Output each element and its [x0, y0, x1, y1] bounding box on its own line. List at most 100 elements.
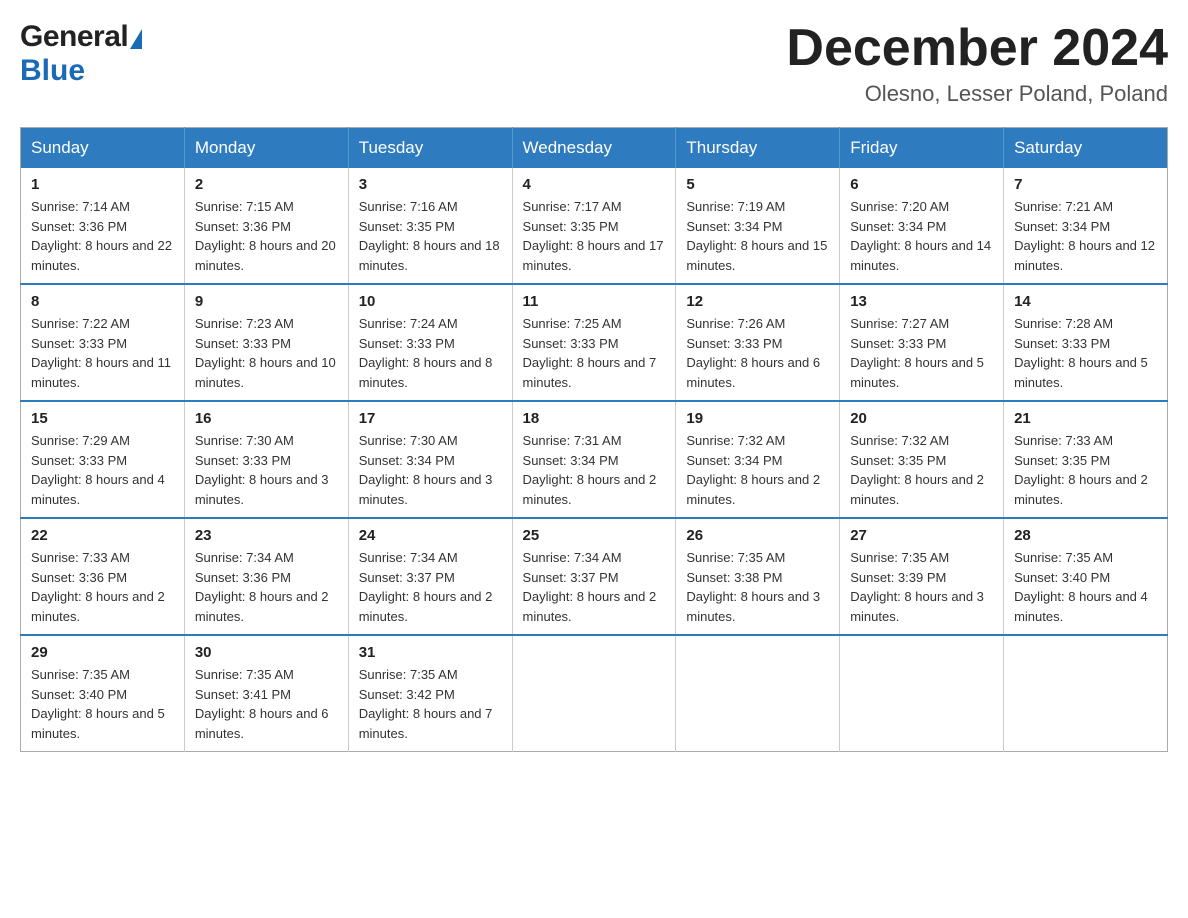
location-title: Olesno, Lesser Poland, Poland: [786, 81, 1168, 107]
day-info: Sunrise: 7:35 AMSunset: 3:42 PMDaylight:…: [359, 665, 502, 743]
logo-triangle-icon: [130, 29, 142, 49]
page-header: General Blue December 2024 Olesno, Lesse…: [20, 20, 1168, 107]
day-info: Sunrise: 7:20 AMSunset: 3:34 PMDaylight:…: [850, 197, 993, 275]
day-number: 14: [1014, 293, 1157, 310]
day-info: Sunrise: 7:26 AMSunset: 3:33 PMDaylight:…: [686, 314, 829, 392]
day-number: 27: [850, 527, 993, 544]
calendar-header-row: SundayMondayTuesdayWednesdayThursdayFrid…: [21, 128, 1168, 169]
calendar-cell: [1004, 635, 1168, 752]
day-number: 18: [523, 410, 666, 427]
day-number: 10: [359, 293, 502, 310]
day-info: Sunrise: 7:28 AMSunset: 3:33 PMDaylight:…: [1014, 314, 1157, 392]
calendar-cell: 1 Sunrise: 7:14 AMSunset: 3:36 PMDayligh…: [21, 168, 185, 284]
day-number: 6: [850, 176, 993, 193]
day-number: 21: [1014, 410, 1157, 427]
calendar-cell: 5 Sunrise: 7:19 AMSunset: 3:34 PMDayligh…: [676, 168, 840, 284]
day-number: 11: [523, 293, 666, 310]
day-number: 12: [686, 293, 829, 310]
day-info: Sunrise: 7:23 AMSunset: 3:33 PMDaylight:…: [195, 314, 338, 392]
calendar-header-wednesday: Wednesday: [512, 128, 676, 169]
calendar-cell: 24 Sunrise: 7:34 AMSunset: 3:37 PMDaylig…: [348, 518, 512, 635]
calendar-header-thursday: Thursday: [676, 128, 840, 169]
day-number: 22: [31, 527, 174, 544]
day-number: 17: [359, 410, 502, 427]
calendar-cell: 26 Sunrise: 7:35 AMSunset: 3:38 PMDaylig…: [676, 518, 840, 635]
calendar-cell: 17 Sunrise: 7:30 AMSunset: 3:34 PMDaylig…: [348, 401, 512, 518]
calendar-cell: 6 Sunrise: 7:20 AMSunset: 3:34 PMDayligh…: [840, 168, 1004, 284]
calendar-table: SundayMondayTuesdayWednesdayThursdayFrid…: [20, 127, 1168, 752]
day-number: 13: [850, 293, 993, 310]
calendar-cell: 18 Sunrise: 7:31 AMSunset: 3:34 PMDaylig…: [512, 401, 676, 518]
calendar-cell: 29 Sunrise: 7:35 AMSunset: 3:40 PMDaylig…: [21, 635, 185, 752]
calendar-cell: 15 Sunrise: 7:29 AMSunset: 3:33 PMDaylig…: [21, 401, 185, 518]
calendar-cell: 3 Sunrise: 7:16 AMSunset: 3:35 PMDayligh…: [348, 168, 512, 284]
day-number: 25: [523, 527, 666, 544]
day-info: Sunrise: 7:25 AMSunset: 3:33 PMDaylight:…: [523, 314, 666, 392]
day-number: 24: [359, 527, 502, 544]
day-number: 3: [359, 176, 502, 193]
day-info: Sunrise: 7:35 AMSunset: 3:41 PMDaylight:…: [195, 665, 338, 743]
day-number: 1: [31, 176, 174, 193]
calendar-cell: 25 Sunrise: 7:34 AMSunset: 3:37 PMDaylig…: [512, 518, 676, 635]
calendar-cell: 9 Sunrise: 7:23 AMSunset: 3:33 PMDayligh…: [184, 284, 348, 401]
calendar-week-row: 15 Sunrise: 7:29 AMSunset: 3:33 PMDaylig…: [21, 401, 1168, 518]
calendar-week-row: 1 Sunrise: 7:14 AMSunset: 3:36 PMDayligh…: [21, 168, 1168, 284]
calendar-cell: [676, 635, 840, 752]
day-number: 29: [31, 644, 174, 661]
calendar-header-monday: Monday: [184, 128, 348, 169]
day-info: Sunrise: 7:34 AMSunset: 3:37 PMDaylight:…: [523, 548, 666, 626]
day-number: 2: [195, 176, 338, 193]
day-number: 9: [195, 293, 338, 310]
day-info: Sunrise: 7:21 AMSunset: 3:34 PMDaylight:…: [1014, 197, 1157, 275]
calendar-cell: 23 Sunrise: 7:34 AMSunset: 3:36 PMDaylig…: [184, 518, 348, 635]
calendar-cell: 2 Sunrise: 7:15 AMSunset: 3:36 PMDayligh…: [184, 168, 348, 284]
calendar-cell: 19 Sunrise: 7:32 AMSunset: 3:34 PMDaylig…: [676, 401, 840, 518]
day-info: Sunrise: 7:35 AMSunset: 3:39 PMDaylight:…: [850, 548, 993, 626]
calendar-cell: [512, 635, 676, 752]
logo-blue-text: Blue: [20, 54, 85, 88]
calendar-cell: 20 Sunrise: 7:32 AMSunset: 3:35 PMDaylig…: [840, 401, 1004, 518]
calendar-cell: 13 Sunrise: 7:27 AMSunset: 3:33 PMDaylig…: [840, 284, 1004, 401]
day-info: Sunrise: 7:33 AMSunset: 3:35 PMDaylight:…: [1014, 431, 1157, 509]
logo-general-text: General: [20, 20, 128, 54]
day-info: Sunrise: 7:35 AMSunset: 3:38 PMDaylight:…: [686, 548, 829, 626]
day-info: Sunrise: 7:16 AMSunset: 3:35 PMDaylight:…: [359, 197, 502, 275]
day-info: Sunrise: 7:19 AMSunset: 3:34 PMDaylight:…: [686, 197, 829, 275]
day-number: 5: [686, 176, 829, 193]
day-number: 31: [359, 644, 502, 661]
day-number: 15: [31, 410, 174, 427]
calendar-cell: 10 Sunrise: 7:24 AMSunset: 3:33 PMDaylig…: [348, 284, 512, 401]
day-info: Sunrise: 7:27 AMSunset: 3:33 PMDaylight:…: [850, 314, 993, 392]
day-info: Sunrise: 7:35 AMSunset: 3:40 PMDaylight:…: [1014, 548, 1157, 626]
day-number: 7: [1014, 176, 1157, 193]
day-info: Sunrise: 7:32 AMSunset: 3:34 PMDaylight:…: [686, 431, 829, 509]
calendar-cell: 16 Sunrise: 7:30 AMSunset: 3:33 PMDaylig…: [184, 401, 348, 518]
day-info: Sunrise: 7:15 AMSunset: 3:36 PMDaylight:…: [195, 197, 338, 275]
day-info: Sunrise: 7:34 AMSunset: 3:37 PMDaylight:…: [359, 548, 502, 626]
calendar-header-sunday: Sunday: [21, 128, 185, 169]
day-info: Sunrise: 7:30 AMSunset: 3:33 PMDaylight:…: [195, 431, 338, 509]
day-number: 8: [31, 293, 174, 310]
calendar-cell: 8 Sunrise: 7:22 AMSunset: 3:33 PMDayligh…: [21, 284, 185, 401]
calendar-cell: 21 Sunrise: 7:33 AMSunset: 3:35 PMDaylig…: [1004, 401, 1168, 518]
logo: General Blue: [20, 20, 144, 88]
title-section: December 2024 Olesno, Lesser Poland, Pol…: [786, 20, 1168, 107]
day-info: Sunrise: 7:31 AMSunset: 3:34 PMDaylight:…: [523, 431, 666, 509]
calendar-cell: 12 Sunrise: 7:26 AMSunset: 3:33 PMDaylig…: [676, 284, 840, 401]
day-number: 30: [195, 644, 338, 661]
calendar-cell: 11 Sunrise: 7:25 AMSunset: 3:33 PMDaylig…: [512, 284, 676, 401]
calendar-header-friday: Friday: [840, 128, 1004, 169]
calendar-cell: 14 Sunrise: 7:28 AMSunset: 3:33 PMDaylig…: [1004, 284, 1168, 401]
calendar-cell: [840, 635, 1004, 752]
day-number: 23: [195, 527, 338, 544]
calendar-cell: 30 Sunrise: 7:35 AMSunset: 3:41 PMDaylig…: [184, 635, 348, 752]
calendar-cell: 31 Sunrise: 7:35 AMSunset: 3:42 PMDaylig…: [348, 635, 512, 752]
day-info: Sunrise: 7:14 AMSunset: 3:36 PMDaylight:…: [31, 197, 174, 275]
day-number: 19: [686, 410, 829, 427]
day-info: Sunrise: 7:35 AMSunset: 3:40 PMDaylight:…: [31, 665, 174, 743]
calendar-week-row: 8 Sunrise: 7:22 AMSunset: 3:33 PMDayligh…: [21, 284, 1168, 401]
calendar-header-saturday: Saturday: [1004, 128, 1168, 169]
day-number: 20: [850, 410, 993, 427]
calendar-cell: 7 Sunrise: 7:21 AMSunset: 3:34 PMDayligh…: [1004, 168, 1168, 284]
calendar-week-row: 29 Sunrise: 7:35 AMSunset: 3:40 PMDaylig…: [21, 635, 1168, 752]
